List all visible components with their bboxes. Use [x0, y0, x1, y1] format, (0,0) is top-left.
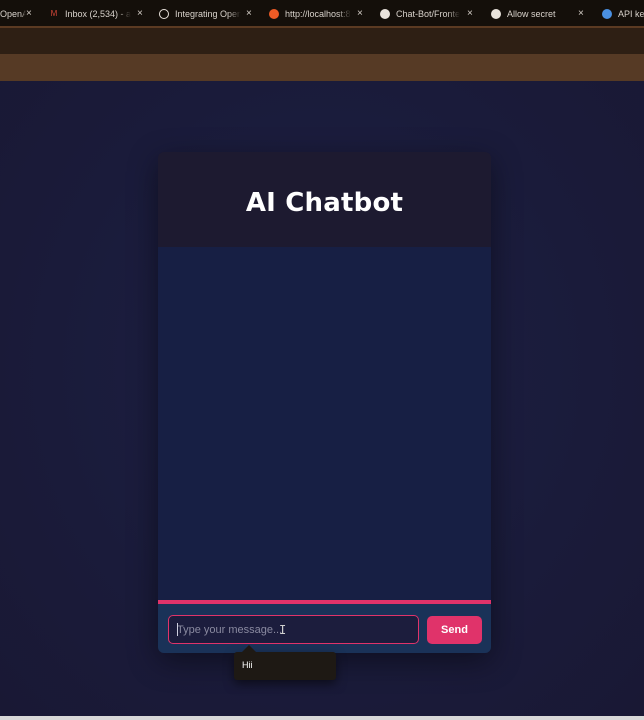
browser-tab[interactable]: Chat-Bot/Fronten ×	[380, 0, 473, 27]
browser-tab-strip: OpenA × M Inbox (2,534) - ab × Integrati…	[0, 0, 644, 27]
ibeam-cursor-icon: I	[279, 623, 287, 637]
tab-close-icon[interactable]: ×	[246, 8, 252, 19]
browser-tab[interactable]: Allow secret ×	[491, 0, 584, 27]
github-icon	[380, 8, 390, 19]
tab-title: OpenA	[0, 8, 26, 19]
chat-messages-area[interactable]	[158, 247, 491, 600]
text-caret	[177, 623, 178, 636]
tab-close-icon[interactable]: ×	[578, 8, 584, 19]
send-button[interactable]: Send	[427, 616, 482, 644]
chat-container: AI Chatbot I Send	[158, 152, 491, 653]
browser-tab[interactable]: http://localhost:8 ×	[269, 0, 363, 27]
message-input[interactable]	[168, 615, 419, 644]
tab-title: Inbox (2,534) - ab	[65, 8, 131, 19]
bottom-edge	[0, 716, 644, 720]
github-icon	[491, 8, 501, 19]
postman-icon	[269, 8, 279, 19]
autocomplete-dropdown: Hii	[234, 645, 336, 680]
bookmarks-bar	[0, 54, 644, 81]
address-bar-row	[0, 28, 644, 54]
tab-title: Allow secret	[507, 8, 556, 19]
chat-header: AI Chatbot	[158, 152, 491, 247]
browser-tab[interactable]: API key	[602, 0, 644, 27]
chat-input-area: I Send	[158, 604, 491, 653]
gmail-icon: M	[50, 9, 58, 18]
tab-title: API key	[618, 8, 644, 19]
autocomplete-suggestion[interactable]: Hii	[242, 660, 253, 670]
tab-title: Chat-Bot/Fronten	[396, 8, 460, 19]
openai-icon	[159, 8, 169, 19]
browser-tab[interactable]: M Inbox (2,534) - ab ×	[49, 0, 143, 27]
browser-tab[interactable]: OpenA ×	[0, 0, 32, 27]
tab-close-icon[interactable]: ×	[467, 8, 473, 19]
browser-tab[interactable]: Integrating OpenA ×	[159, 0, 252, 27]
tab-close-icon[interactable]: ×	[26, 8, 32, 19]
globe-icon	[602, 8, 612, 19]
tab-title: Integrating OpenA	[175, 8, 241, 19]
tab-title: http://localhost:8	[285, 8, 351, 19]
tab-close-icon[interactable]: ×	[137, 8, 143, 19]
chat-title: AI Chatbot	[245, 187, 404, 218]
tab-close-icon[interactable]: ×	[357, 8, 363, 19]
